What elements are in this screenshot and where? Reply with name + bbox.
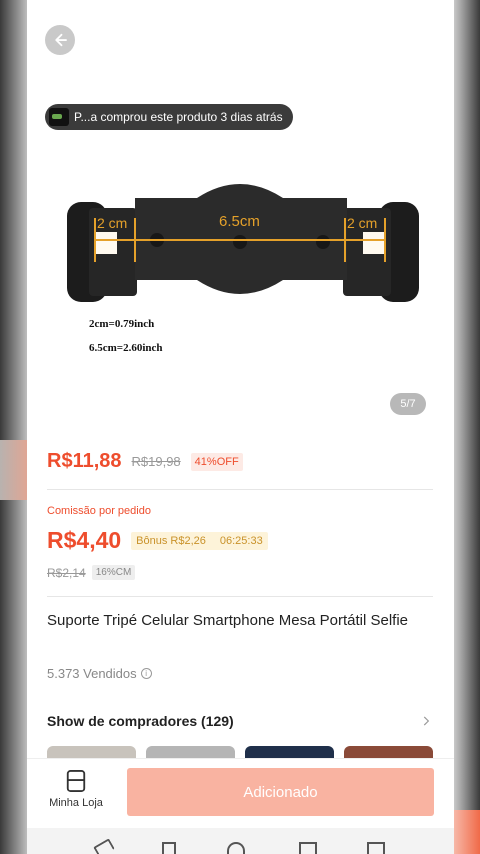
conversion-text: 6.5cm=2.60inch [89, 342, 163, 354]
store-icon [66, 770, 86, 792]
sold-count-row: 5.373 Vendidos i [47, 666, 152, 681]
commission-value: R$4,40 [47, 527, 122, 553]
tripod-holder-illustration: 2 cm 6.5cm 2 cm 2cm=0.79inch 6.5cm=2.60i… [67, 184, 419, 354]
buyer-photo-thumbnail[interactable] [146, 746, 235, 758]
image-counter: 5/7 [390, 393, 426, 415]
background-decoration [454, 810, 480, 854]
dimension-label-right: 2 cm [347, 215, 377, 231]
product-title: Suporte Tripé Celular Smartphone Mesa Po… [47, 612, 409, 629]
buyers-show-header[interactable]: Show de compradores (129) [47, 713, 433, 729]
commission-original: R$2,14 [47, 565, 86, 580]
original-price: R$19,98 [131, 454, 181, 469]
product-image[interactable]: 2 cm 6.5cm 2 cm 2cm=0.79inch 6.5cm=2.60i… [27, 140, 454, 425]
sold-count: 5.373 Vendidos [47, 666, 137, 681]
buyers-show-thumbnails [47, 746, 433, 758]
text-nav-icon[interactable] [162, 842, 176, 854]
my-store-label: Minha Loja [49, 797, 103, 809]
system-navigation-bar [27, 828, 454, 854]
commission-original-row: R$2,14 16%CM [47, 565, 136, 580]
divider [47, 489, 433, 490]
price-row: R$11,88 R$19,98 41%OFF [47, 450, 243, 473]
info-icon[interactable]: i [140, 668, 152, 679]
chevron-right-icon [423, 716, 430, 726]
product-page: 2 cm 6.5cm 2 cm 2cm=0.79inch 6.5cm=2.60i… [27, 0, 454, 854]
share-nav-icon[interactable] [299, 842, 317, 854]
commission-label: Comissão por pedido [47, 505, 151, 517]
dimension-label-left: 2 cm [97, 215, 127, 231]
background-decoration [0, 440, 27, 500]
recents-nav-icon[interactable] [367, 842, 385, 854]
commission-rate-badge: 16%CM [91, 565, 136, 580]
arrow-left-icon [55, 33, 67, 47]
divider [47, 596, 433, 597]
back-nav-icon[interactable] [93, 838, 115, 854]
bonus-badge: Bônus R$2,26 06:25:33 [131, 531, 268, 550]
commission-row: R$4,40 Bônus R$2,26 06:25:33 [47, 527, 268, 554]
buyer-photo-thumbnail[interactable] [344, 746, 433, 758]
buyer-photo-thumbnail[interactable] [47, 746, 136, 758]
current-price: R$11,88 [47, 450, 122, 472]
conversion-text: 2cm=0.79inch [89, 318, 154, 330]
added-button[interactable]: Adicionado [127, 768, 434, 816]
back-button[interactable] [45, 25, 75, 55]
discount-badge: 41%OFF [190, 452, 243, 471]
dimension-label-center: 6.5cm [219, 213, 260, 230]
recent-buyer-notice: P...a comprou este produto 3 dias atrás [45, 104, 293, 130]
home-nav-icon[interactable] [227, 842, 245, 854]
recent-buyer-text: P...a comprou este produto 3 dias atrás [74, 110, 283, 124]
avatar [49, 108, 69, 126]
bottom-action-bar: Minha Loja Adicionado [27, 758, 454, 828]
buyer-photo-thumbnail[interactable] [245, 746, 334, 758]
bonus-timer: 06:25:33 [219, 534, 263, 547]
my-store-button[interactable]: Minha Loja [45, 769, 107, 809]
buyers-show-title: Show de compradores (129) [47, 713, 234, 729]
bonus-amount: Bônus R$2,26 [136, 534, 206, 547]
